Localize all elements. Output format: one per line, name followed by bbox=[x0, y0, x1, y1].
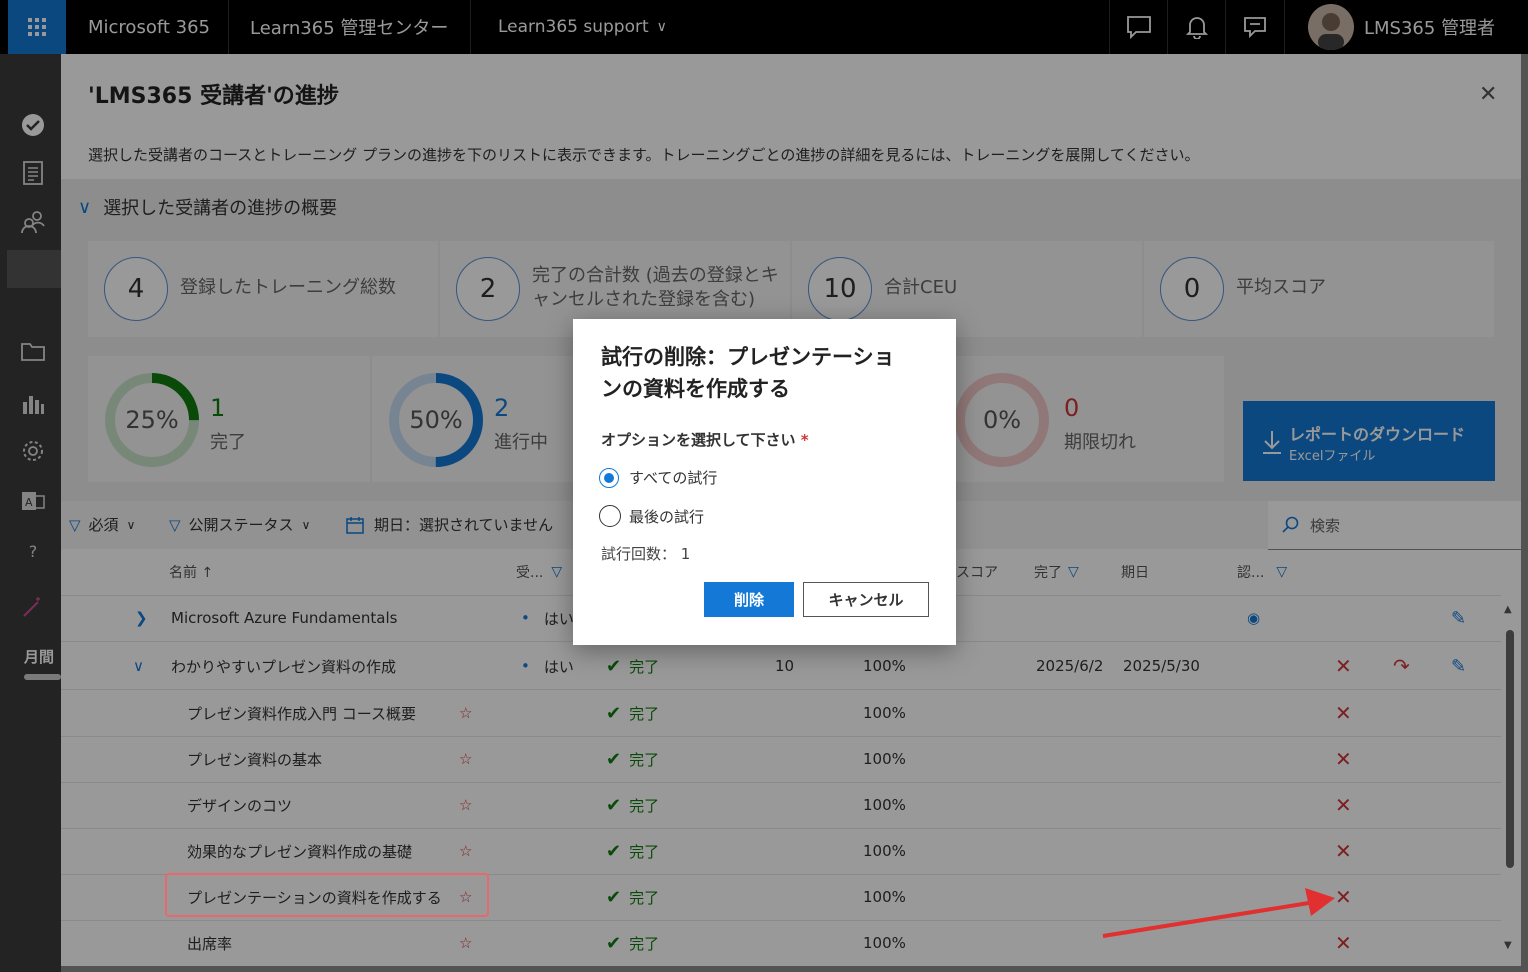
attempt-count: 試行回数： 1 bbox=[601, 545, 691, 563]
delete-attempt-dialog: 試行の削除：プレゼンテーションの資料を作成する オプションを選択して下さい * … bbox=[573, 319, 956, 645]
option-label-text: オプションを選択して下さい bbox=[601, 431, 796, 449]
cancel-button[interactable]: キャンセル bbox=[803, 582, 929, 617]
delete-button[interactable]: 削除 bbox=[704, 582, 794, 617]
radio-last-attempt[interactable]: 最後の試行 bbox=[599, 505, 704, 527]
radio-last-label: 最後の試行 bbox=[629, 507, 705, 526]
red-arrow-icon bbox=[1102, 888, 1335, 938]
radio-all-attempts[interactable]: すべての試行 bbox=[599, 467, 717, 488]
radio-all-label: すべての試行 bbox=[629, 469, 718, 487]
radio-unselected-icon bbox=[599, 505, 621, 527]
required-mark: * bbox=[800, 431, 809, 449]
highlight-box bbox=[165, 873, 489, 917]
radio-selected-icon bbox=[599, 467, 619, 488]
dialog-option-label: オプションを選択して下さい * bbox=[601, 429, 809, 450]
dialog-title: 試行の削除：プレゼンテーションの資料を作成する bbox=[601, 345, 895, 401]
